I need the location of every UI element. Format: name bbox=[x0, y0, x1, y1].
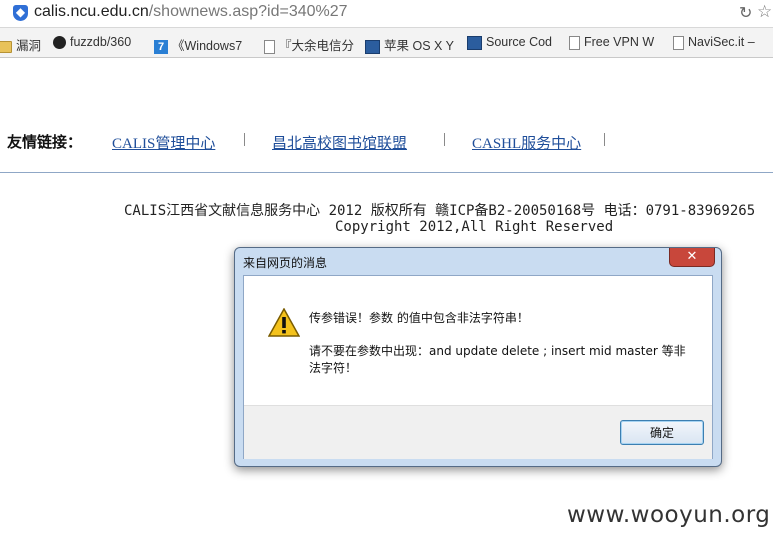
document-icon bbox=[264, 39, 275, 54]
bookmark-item[interactable]: 苹果 OS X Y bbox=[365, 35, 454, 54]
dialog-button-area: 确定 bbox=[244, 405, 712, 459]
bookmark-item[interactable]: 『大余电信分 bbox=[264, 35, 354, 54]
close-button[interactable]: ✕ bbox=[669, 248, 715, 267]
link-changbei-alliance[interactable]: 昌北高校图书馆联盟 bbox=[272, 132, 407, 153]
friend-links-label: 友情链接： bbox=[7, 135, 83, 151]
bookmark-label: 『大余电信分 bbox=[279, 39, 355, 53]
link-separator: | bbox=[243, 131, 247, 147]
warning-icon bbox=[268, 308, 300, 337]
bookmark-star-icon[interactable]: ☆ bbox=[757, 2, 772, 22]
bookmark-label: Free VPN W bbox=[584, 35, 655, 49]
site-shield-icon: ◆ bbox=[13, 5, 28, 21]
dialog-title: 来自网页的消息 bbox=[243, 256, 328, 270]
bookmark-item[interactable]: fuzzdb/360 bbox=[53, 35, 132, 50]
footer-copyright: CALIS江西省文献信息服务中心 2012 版权所有 赣ICP备B2-20050… bbox=[124, 203, 756, 219]
folder-icon bbox=[0, 40, 12, 53]
friend-links: 友情链接： CALIS管理中心 | 昌北高校图书馆联盟 | CASHL服务中心 … bbox=[7, 131, 606, 152]
ok-button[interactable]: 确定 bbox=[620, 420, 704, 445]
reload-icon[interactable]: ↻ bbox=[739, 3, 752, 22]
dialog-body: 传参错误！参数 的值中包含非法字符串！ 请不要在参数中出现：and update… bbox=[243, 275, 713, 459]
document-icon bbox=[569, 35, 580, 50]
site-icon bbox=[365, 39, 380, 54]
bookmark-item[interactable]: 7 《Windows7 bbox=[154, 35, 242, 54]
link-calis-center[interactable]: CALIS管理中心 bbox=[112, 132, 215, 153]
url-path: /shownews.asp?id=340%27 bbox=[148, 3, 348, 20]
dialog-message-error: 传参错误！参数 的值中包含非法字符串！ bbox=[309, 311, 529, 325]
link-cashl-center[interactable]: CASHL服务中心 bbox=[472, 132, 581, 153]
footer-rights: Copyright 2012,All Right Reserved bbox=[335, 219, 614, 235]
bookmark-item[interactable]: Source Cod bbox=[467, 35, 552, 50]
document-icon bbox=[673, 35, 684, 50]
bookmarks-bar: 漏洞 fuzzdb/360 7 《Windows7 『大余电信分 苹果 OS X … bbox=[0, 28, 773, 58]
bookmark-label: 《Windows7 bbox=[172, 39, 243, 53]
dialog-message-detail: 请不要在参数中出现：and update delete ; insert mid… bbox=[309, 344, 686, 375]
watermark-text: www.wooyun.org bbox=[567, 502, 771, 528]
bookmark-item[interactable]: 漏洞 bbox=[0, 35, 41, 54]
divider bbox=[0, 172, 773, 173]
bookmark-item[interactable]: NaviSec.it – bbox=[673, 35, 755, 50]
link-separator: | bbox=[443, 131, 447, 147]
site-icon bbox=[467, 35, 482, 50]
link-separator: | bbox=[603, 131, 607, 147]
url-field[interactable]: calis.ncu.edu.cn/shownews.asp?id=340%27 bbox=[34, 3, 348, 21]
bookmark-label: Source Cod bbox=[486, 35, 553, 49]
bookmark-label: NaviSec.it – bbox=[688, 35, 755, 49]
windows7-icon: 7 bbox=[154, 39, 168, 54]
github-icon bbox=[53, 36, 66, 50]
address-bar[interactable]: ◆ calis.ncu.edu.cn/shownews.asp?id=340%2… bbox=[0, 0, 773, 28]
bookmark-item[interactable]: Free VPN W bbox=[569, 35, 654, 50]
bookmark-label: 苹果 OS X Y bbox=[384, 39, 454, 53]
url-host: calis.ncu.edu.cn bbox=[34, 3, 149, 20]
bookmark-label: 漏洞 bbox=[16, 39, 42, 53]
alert-dialog: 来自网页的消息 ✕ 传参错误！参数 的值中包含非法字符串！ 请不要在参数中出现：… bbox=[234, 247, 722, 467]
bookmark-label: fuzzdb/360 bbox=[70, 35, 132, 49]
